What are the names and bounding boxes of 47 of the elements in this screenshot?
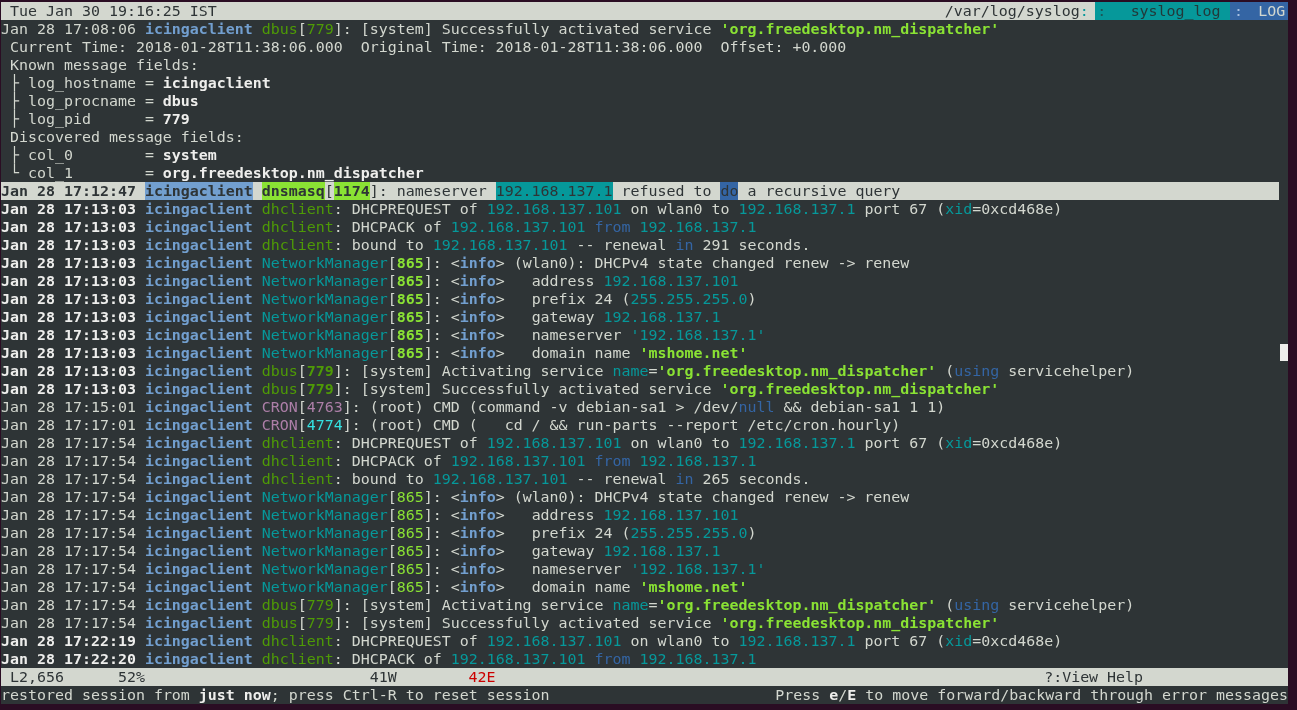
- log-line[interactable]: Jan 28 17:17:54 icingaclient dhclient: DHCPACK of 192.168.137.101 from 192.168.137.1: [1, 452, 1279, 470]
- log-line[interactable]: Jan 28 17:13:03 icingaclient dhclient: DHCPREQUEST of 192.168.137.101 on wlan0 to 192.168.137.1 port 67 (xid=0xcd468e): [1, 200, 1279, 218]
- session-message: restored session from just now; press Ctrl-R to reset session: [1, 686, 550, 704]
- log-line[interactable]: Jan 28 17:17:54 icingaclient dbus[779]: [system] Activating service name='org.freedesktop.nm_dispatcher' (using servicehelper): [1, 596, 1279, 614]
- log-line[interactable]: Jan 28 17:13:03 icingaclient NetworkManager[865]: <info> address 192.168.137.101: [1, 272, 1279, 290]
- log-line[interactable]: Jan 28 17:17:54 icingaclient dbus[779]: [system] Successfully activated service 'org.freedesktop.nm_dispatcher': [1, 614, 1279, 632]
- error-count: 42E: [468, 668, 497, 686]
- section-heading: Discovered message fields:: [9, 128, 245, 146]
- log-line[interactable]: Jan 28 17:13:03 icingaclient dhclient: DHCPACK of 192.168.137.101 from 192.168.137.1: [1, 218, 1279, 236]
- log-format-label: : syslog_log: [1094, 2, 1231, 20]
- log-line[interactable]: Jan 28 17:17:01 icingaclient CRON[4774]: (root) CMD ( cd / && run-parts --report /etc/cron.hourly): [1, 416, 1279, 434]
- message-field: ├ col_0 = system: [1, 146, 1288, 164]
- log-line[interactable]: Jan 28 17:13:03 icingaclient dhclient: bound to 192.168.137.101 -- renewal in 291 seconds.: [1, 236, 1279, 254]
- log-line[interactable]: Jan 28 17:13:03 icingaclient NetworkManager[865]: <info> prefix 24 (255.255.255.0): [1, 290, 1279, 308]
- message-field: ├ log_pid = 779: [1, 110, 1288, 128]
- log-line[interactable]: Jan 28 17:13:03 icingaclient dbus[779]: [system] Successfully activated service 'org.freedesktop.nm_dispatcher': [1, 380, 1279, 398]
- message-field: ├ log_procname = dbus: [1, 92, 1288, 110]
- log-line[interactable]: Jan 28 17:17:54 icingaclient dhclient: DHCPREQUEST of 192.168.137.101 on wlan0 to 192.168.137.1 port 67 (xid=0xcd468e): [1, 434, 1279, 452]
- warning-count: 41W: [369, 668, 398, 686]
- log-line[interactable]: Jan 28 17:13:03 icingaclient NetworkManager[865]: <info> nameserver '192.168.137.1': [1, 326, 1279, 344]
- log-line[interactable]: Jan 28 17:17:54 icingaclient dhclient: bound to 192.168.137.101 -- renewal in 265 seconds.: [1, 470, 1279, 488]
- clock-text: Tue Jan 30 19:16:25 IST: [10, 2, 217, 20]
- log-line[interactable]: Jan 28 17:17:54 icingaclient NetworkManager[865]: <info> prefix 24 (255.255.255.0): [1, 524, 1279, 542]
- log-line[interactable]: Jan 28 17:17:54 icingaclient NetworkManager[865]: <info> nameserver '192.168.137.1': [1, 560, 1279, 578]
- view-mode-label: : LOG: [1230, 2, 1288, 20]
- log-line[interactable]: Jan 28 17:15:01 icingaclient CRON[4763]: (root) CMD (command -v debian-sa1 > /dev/null && debian-sa1 1 1): [1, 398, 1279, 416]
- line-number: L2,656: [10, 668, 65, 686]
- log-line[interactable]: Jan 28 17:13:03 icingaclient NetworkManager[865]: <info> domain name 'mshome.net': [1, 344, 1279, 362]
- log-line[interactable]: Jan 28 17:13:03 icingaclient NetworkManager[865]: <info> (wlan0): DHCPv4 state changed renew -> renew: [1, 254, 1279, 272]
- section-heading: Known message fields:: [9, 56, 200, 74]
- log-line[interactable]: Jan 28 17:22:20 icingaclient dhclient: DHCPACK of 192.168.137.101 from 192.168.137.1: [1, 650, 1279, 668]
- file-path: /var/log/syslog:: [944, 2, 1089, 20]
- scrollbar-thumb[interactable]: [1280, 344, 1288, 361]
- help-hint: ?:View Help: [1044, 668, 1145, 686]
- time-info-text: Current Time: 2018-01-28T11:38:06.000 Original Time: 2018-01-28T11:38:06.000 Offset: +0.000: [9, 38, 848, 56]
- key-hint-message: Press e/E to move forward/backward through error messages: [775, 686, 1288, 704]
- log-line[interactable]: Jan 28 17:13:03 icingaclient NetworkManager[865]: <info> gateway 192.168.137.1: [1, 308, 1279, 326]
- message-field: └ col_1 = org.freedesktop.nm_dispatcher: [1, 164, 1288, 182]
- scroll-percent: 52%: [117, 668, 146, 686]
- log-line[interactable]: Jan 28 17:17:54 icingaclient NetworkManager[865]: <info> address 192.168.137.101: [1, 506, 1279, 524]
- log-line[interactable]: Jan 28 17:13:03 icingaclient dbus[779]: [system] Activating service name='org.freedesktop.nm_dispatcher' (using servicehelper): [1, 362, 1279, 380]
- log-line[interactable]: Jan 28 17:17:54 icingaclient NetworkManager[865]: <info> (wlan0): DHCPv4 state changed renew -> renew: [1, 488, 1279, 506]
- log-line[interactable]: Jan 28 17:17:54 icingaclient NetworkManager[865]: <info> domain name 'mshome.net': [1, 578, 1279, 596]
- log-line[interactable]: Jan 28 17:08:06 icingaclient dbus[779]: [system] Successfully activated service 'org.freedesktop.nm_dispatcher': [1, 20, 1279, 38]
- log-line[interactable]: Jan 28 17:17:54 icingaclient NetworkManager[865]: <info> gateway 192.168.137.1: [1, 542, 1279, 560]
- message-field: ├ log_hostname = icingaclient: [1, 74, 1288, 92]
- log-line[interactable]: Jan 28 17:22:19 icingaclient dhclient: DHCPREQUEST of 192.168.137.101 on wlan0 to 192.168.137.1 port 67 (xid=0xcd468e): [1, 632, 1279, 650]
